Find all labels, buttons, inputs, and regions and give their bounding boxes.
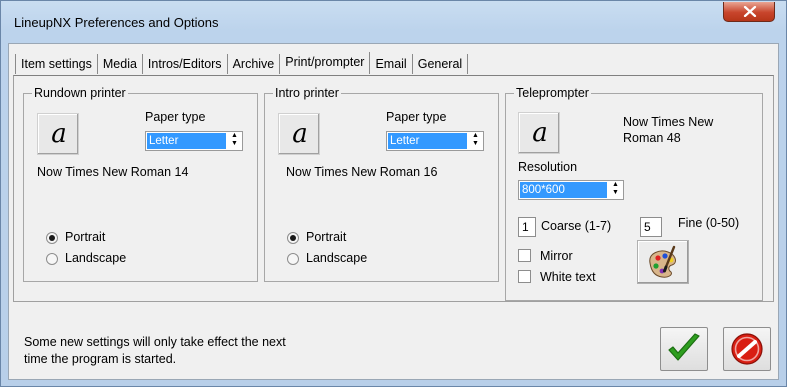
intro-printer-title: Intro printer xyxy=(273,86,341,100)
checkmark-icon xyxy=(668,333,700,361)
mirror-checkbox[interactable] xyxy=(518,249,531,262)
intro-font-name: Now Times New Roman 16 xyxy=(286,165,438,179)
intro-paper-type-spinner[interactable]: Letter ▲ ▼ xyxy=(386,131,484,151)
resolution-spinner[interactable]: 800*600 ▲ ▼ xyxy=(518,180,624,200)
resolution-value: 800*600 xyxy=(520,182,607,198)
stop-icon xyxy=(731,333,763,365)
teleprompter-title: Teleprompter xyxy=(514,86,591,100)
tab-archive[interactable]: Archive xyxy=(227,54,281,74)
teleprompter-font-name-line2: Roman 48 xyxy=(623,131,681,145)
tab-media[interactable]: Media xyxy=(97,54,143,74)
teleprompter-font-name-line1: Now Times New xyxy=(623,115,714,129)
color-palette-button[interactable] xyxy=(637,240,689,284)
tab-item-settings[interactable]: Item settings xyxy=(15,54,98,74)
palette-icon xyxy=(649,245,676,278)
tab-email[interactable]: Email xyxy=(370,54,413,74)
white-text-checkbox[interactable] xyxy=(518,270,531,283)
fine-input[interactable]: 5 xyxy=(640,217,662,237)
tab-print-prompter[interactable]: Print/prompter xyxy=(280,52,371,74)
intro-paper-type-value: Letter xyxy=(388,133,467,149)
restart-notice-line1: Some new settings will only take effect … xyxy=(24,335,286,349)
mirror-label: Mirror xyxy=(540,249,573,263)
restart-notice-line2: time the program is started. xyxy=(24,352,177,366)
rundown-paper-type-value: Letter xyxy=(147,133,226,149)
rundown-portrait-label: Portrait xyxy=(65,230,106,244)
teleprompter-group: Teleprompter a Now Times New Roman 48 Re… xyxy=(505,86,763,301)
intro-landscape-label: Landscape xyxy=(306,251,368,265)
rundown-paper-type-spinner[interactable]: Letter ▲ ▼ xyxy=(145,131,243,151)
rundown-printer-group: Rundown printer a Paper type Letter ▲ ▼ N… xyxy=(23,86,258,282)
intro-paper-type-label: Paper type xyxy=(386,110,447,124)
tab-intros-editors[interactable]: Intros/Editors xyxy=(142,54,228,74)
spinner-arrows-icon[interactable]: ▲ ▼ xyxy=(608,181,623,199)
cancel-button[interactable] xyxy=(723,327,771,371)
rundown-font-button[interactable]: a xyxy=(37,113,79,155)
intro-portrait-label: Portrait xyxy=(306,230,347,244)
tab-general[interactable]: General xyxy=(412,54,469,74)
rundown-printer-title: Rundown printer xyxy=(32,86,128,100)
fine-label: Fine (0-50) xyxy=(678,216,740,230)
print-prompter-panel: Rundown printer a Paper type Letter ▲ ▼ N… xyxy=(13,75,774,302)
intro-font-button[interactable]: a xyxy=(278,113,320,155)
intro-landscape-radio[interactable] xyxy=(287,253,299,265)
dialog-client-area: Item settings Media Intros/Editors Archi… xyxy=(8,43,779,380)
rundown-landscape-radio[interactable] xyxy=(46,253,58,265)
resolution-label: Resolution xyxy=(518,160,578,174)
intro-printer-group: Intro printer a Paper type Letter ▲ ▼ Now… xyxy=(264,86,499,282)
font-icon: a xyxy=(292,119,308,149)
white-text-label: White text xyxy=(540,270,596,284)
rundown-paper-type-label: Paper type xyxy=(145,110,206,124)
window-title: LineupNX Preferences and Options xyxy=(14,15,219,30)
teleprompter-font-button[interactable]: a xyxy=(518,112,560,154)
font-icon: a xyxy=(51,119,67,149)
title-bar[interactable]: LineupNX Preferences and Options xyxy=(1,1,786,41)
rundown-portrait-radio[interactable] xyxy=(46,232,58,244)
preferences-window: LineupNX Preferences and Options Item se… xyxy=(0,0,787,387)
coarse-input[interactable]: 1 xyxy=(518,217,536,237)
rundown-font-name: Now Times New Roman 14 xyxy=(37,165,189,179)
close-button[interactable] xyxy=(723,2,775,22)
restart-notice: Some new settings will only take effect … xyxy=(24,334,354,368)
font-icon: a xyxy=(532,118,548,148)
rundown-landscape-label: Landscape xyxy=(65,251,127,265)
ok-button[interactable] xyxy=(660,327,708,371)
intro-portrait-radio[interactable] xyxy=(287,232,299,244)
close-icon xyxy=(743,6,757,17)
spinner-arrows-icon[interactable]: ▲ ▼ xyxy=(227,132,242,150)
tab-strip: Item settings Media Intros/Editors Archi… xyxy=(15,52,469,74)
spinner-arrows-icon[interactable]: ▲ ▼ xyxy=(468,132,483,150)
coarse-label: Coarse (1-7) xyxy=(541,219,612,233)
